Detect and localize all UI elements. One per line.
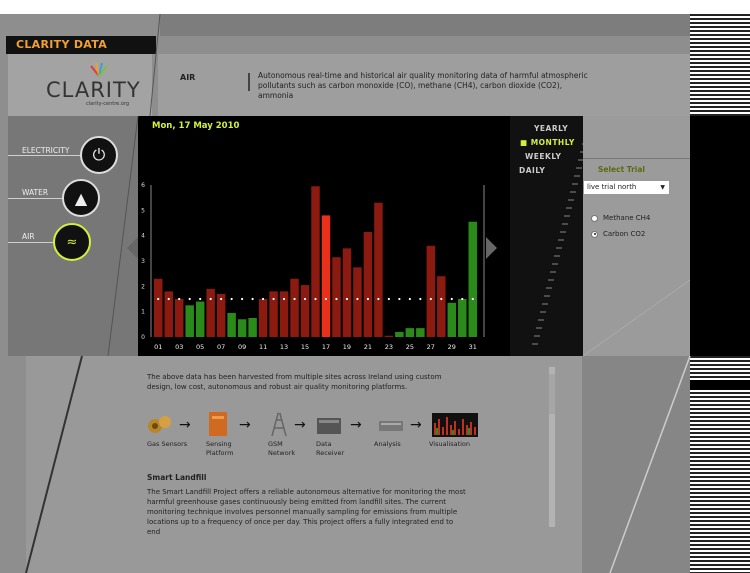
diagonal-separators <box>25 13 691 573</box>
